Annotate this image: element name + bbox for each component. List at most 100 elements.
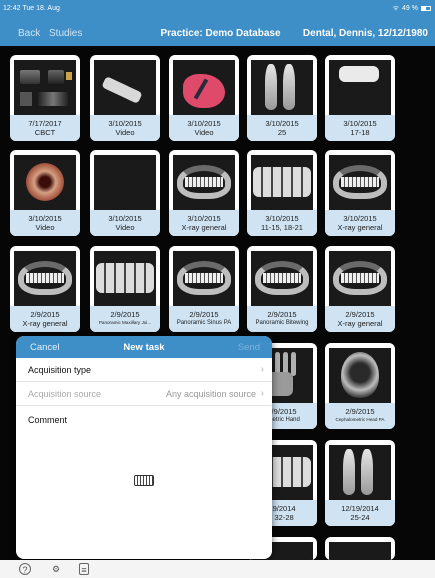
document-icon[interactable]: ≡ [79,563,89,575]
study-thumbnail [251,155,313,210]
study-card[interactable]: 3/10/2015 17-18 [325,55,395,141]
study-caption: 3/10/2015 X-ray general [169,210,239,236]
study-caption: 12/19/2014 25-24 [325,500,395,526]
study-label: X-ray general [181,223,227,232]
status-bar: 12:42 Tue 18. Aug ᯤ 49 % [3,2,431,14]
study-date: 2/9/2015 [345,407,375,416]
study-label: X-ray general [22,319,68,328]
study-thumbnail [14,60,76,115]
study-date: 3/10/2015 [265,214,299,223]
study-card[interactable]: 3/10/2015 X-ray general [325,150,395,236]
study-caption: 3/10/2015 Video [10,210,80,236]
study-caption: 2/9/2015 Panoramic Maxillary Joi... [90,306,160,332]
study-card[interactable]: 3/10/2015 Video [169,55,239,141]
study-card[interactable]: 3/10/2015 Video [10,150,80,236]
study-card[interactable]: 2/9/2015 X-ray general [10,246,80,332]
study-date: 3/10/2015 [187,214,221,223]
header: 12:42 Tue 18. Aug ᯤ 49 % Back Studies Pr… [0,0,435,46]
study-thumbnail [329,542,391,560]
acquisition-type-row[interactable]: Acquisition type › [16,358,272,382]
dialog-title: New task [123,342,165,353]
study-card[interactable]: 2/9/2015 Panoramic Maxillary Joi... [90,246,160,332]
study-card[interactable]: 3/10/2015 11-15, 18-21 [247,150,317,236]
study-label: CBCT [34,128,56,137]
study-thumbnail [94,251,156,306]
study-card[interactable]: 2/9/2015 X-ray general [325,246,395,332]
study-caption: 2/9/2015 X-ray general [325,306,395,332]
study-date: 3/10/2015 [28,214,62,223]
study-card[interactable]: 2/9/2015 Cephalometric Head PA [325,343,395,429]
study-label: Panoramic Bitewing [255,320,309,326]
battery-percent: 49 % [402,4,418,12]
dialog-header: Cancel New task Send [16,336,272,358]
status-time-date: 12:42 Tue 18. Aug [3,5,60,12]
study-label: X-ray general [337,223,383,232]
study-label: Video [35,223,55,232]
study-card[interactable]: 3/10/2015 Video [90,55,160,141]
nav-bar: Back Studies Practice: Demo Database Den… [0,24,435,42]
study-date: 3/10/2015 [343,214,377,223]
study-thumbnail [329,60,391,115]
back-button[interactable]: Back [18,28,40,39]
study-caption: 3/10/2015 11-15, 18-21 [247,210,317,236]
study-caption: 3/10/2015 Video [90,115,160,141]
studies-button[interactable]: Studies [49,28,82,39]
study-thumbnail [329,155,391,210]
settings-icon[interactable]: ⚙ [50,563,62,575]
keyboard-icon[interactable] [134,475,154,486]
study-caption: 2/9/2015 Panoramic Sinus PA [169,306,239,332]
study-label: 25-24 [350,513,370,522]
study-caption: 3/10/2015 X-ray general [325,210,395,236]
status-right: ᯤ 49 % [393,4,431,13]
study-thumbnail [94,60,156,115]
study-caption: 3/10/2015 17-18 [325,115,395,141]
status-time: 12:42 [3,4,21,12]
study-card[interactable]: 3/10/2015 X-ray general [169,150,239,236]
study-label: 25 [277,128,287,137]
study-label: Video [115,223,135,232]
patient-name: Dental, Dennis, 12/12/1980 [302,27,428,39]
study-label: Cephalometric Head PA [335,417,385,422]
new-task-dialog: Cancel New task Send Acquisition type › … [16,336,272,559]
help-icon[interactable]: ? [19,563,31,575]
study-card[interactable]: 12/19/2014 25-24 [325,440,395,526]
study-thumbnail [173,60,235,115]
study-date: 2/9/2015 [189,310,219,319]
study-caption: 3/10/2015 Video [90,210,160,236]
study-card[interactable] [325,537,395,560]
practice-title: Practice: Demo Database [160,27,281,39]
app-screen: 12:42 Tue 18. Aug ᯤ 49 % Back Studies Pr… [0,0,435,578]
study-date: 3/10/2015 [343,119,377,128]
study-label: Panoramic Sinus PA [176,320,232,326]
comment-label: Comment [28,415,68,425]
send-button[interactable]: Send [238,342,260,353]
study-thumbnail [94,155,156,210]
study-thumbnail [173,251,235,306]
acquisition-type-label: Acquisition type [28,365,92,375]
chevron-right-icon: › [260,388,264,399]
study-date: 2/9/2015 [30,310,60,319]
study-caption: 3/10/2015 25 [247,115,317,141]
acquisition-source-row[interactable]: Acquisition source Any acquisition sourc… [16,382,272,406]
study-thumbnail [14,251,76,306]
acquisition-source-value: Any acquisition source [165,389,256,399]
status-date: Tue 18. Aug [22,4,60,12]
study-date: 2/9/2015 [345,310,375,319]
study-caption: 2/9/2015 Panoramic Bitewing [247,306,317,332]
study-caption: 7/17/2017 CBCT [10,115,80,141]
study-thumbnail [329,348,391,403]
study-card[interactable]: 2/9/2015 Panoramic Bitewing [247,246,317,332]
study-caption: 2/9/2015 Cephalometric Head PA [325,403,395,429]
study-date: 2/9/2015 [267,310,297,319]
wifi-icon: ᯤ [392,4,400,12]
study-caption: 3/10/2015 Video [169,115,239,141]
study-thumbnail [329,251,391,306]
study-card[interactable]: 7/17/2017 CBCT [10,55,80,141]
study-label: X-ray general [337,319,383,328]
study-date: 3/10/2015 [187,119,221,128]
study-label: 11-15, 18-21 [261,223,303,232]
study-card[interactable]: 2/9/2015 Panoramic Sinus PA [169,246,239,332]
study-card[interactable]: 3/10/2015 25 [247,55,317,141]
study-card[interactable]: 3/10/2015 Video [90,150,160,236]
study-thumbnail [251,251,313,306]
